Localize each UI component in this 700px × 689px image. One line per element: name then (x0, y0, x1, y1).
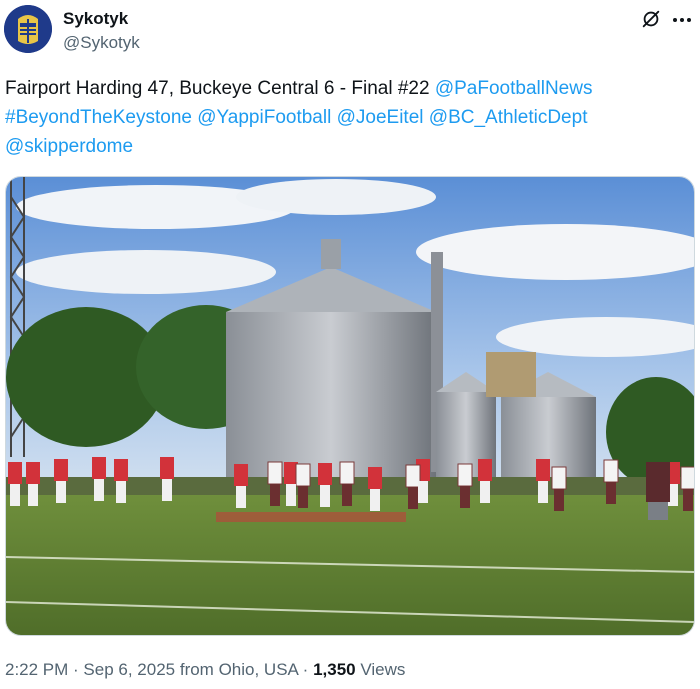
user-handle[interactable]: @Sykotyk (63, 33, 140, 53)
tweet-text-segment (587, 107, 592, 128)
tweet-location: from Ohio, USA (175, 660, 298, 679)
tweet-time[interactable]: 2:22 PM (5, 660, 68, 679)
mention-link[interactable]: @YappiFootball (197, 107, 331, 128)
tweet-text-segment (592, 78, 597, 99)
hashtag-link[interactable]: #BeyondTheKeystone (5, 107, 192, 128)
avatar[interactable] (4, 5, 52, 53)
knight-helmet-icon (4, 5, 52, 53)
tweet-text-segment: Fairport Harding 47, Buckeye Central 6 -… (5, 78, 435, 99)
mention-link[interactable]: @skipperdome (5, 136, 133, 157)
mention-link[interactable]: @BC_AthleticDept (429, 107, 588, 128)
tweet-text: Fairport Harding 47, Buckeye Central 6 -… (5, 74, 675, 161)
meta-separator-2: · (297, 660, 314, 679)
meta-separator: · (68, 660, 84, 679)
grok-icon[interactable] (640, 8, 662, 30)
tweet-header: Sykotyk @Sykotyk (0, 0, 700, 60)
football-field-photo-icon (6, 177, 694, 635)
views-label: Views (355, 660, 406, 679)
mention-link[interactable]: @JoeEitel (337, 107, 424, 128)
views-count: 1,350 (313, 660, 356, 679)
tweet-photo[interactable] (5, 176, 695, 636)
more-options-icon[interactable] (670, 8, 694, 32)
display-name[interactable]: Sykotyk (63, 9, 128, 29)
tweet-meta: 2:22 PM · Sep 6, 2025 from Ohio, USA · 1… (5, 660, 405, 680)
tweet-date[interactable]: Sep 6, 2025 (83, 660, 175, 679)
mention-link[interactable]: @PaFootballNews (435, 78, 593, 99)
